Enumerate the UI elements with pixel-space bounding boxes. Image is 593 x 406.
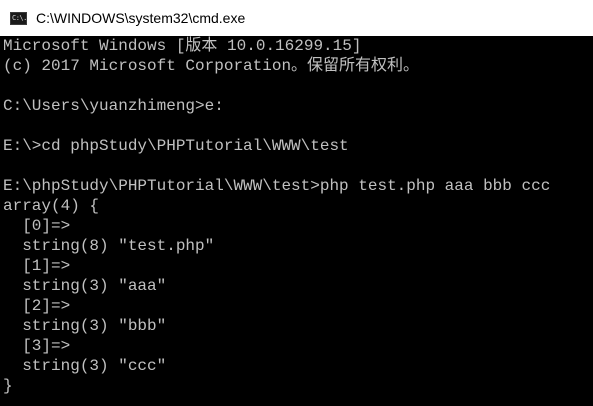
cmd-console-icon[interactable]: C:\. xyxy=(10,11,27,25)
console-line: [2]=> xyxy=(3,297,71,315)
console-line: string(3) "aaa" xyxy=(3,277,167,295)
console-line: [3]=> xyxy=(3,337,71,355)
console-line: [1]=> xyxy=(3,257,71,275)
console-line: [0]=> xyxy=(3,217,71,235)
console-line: C:\Users\yuanzhimeng>e: xyxy=(3,97,224,115)
console-line: E:\phpStudy\PHPTutorial\WWW\test>php tes… xyxy=(3,177,551,195)
cmd-icon-glyph: C:\. xyxy=(12,13,27,22)
console-line: string(8) "test.php" xyxy=(3,237,215,255)
console-line: array(4) { xyxy=(3,197,100,215)
console-line: Microsoft Windows [版本 10.0.16299.15] xyxy=(3,37,362,55)
console-output[interactable]: Microsoft Windows [版本 10.0.16299.15] (c)… xyxy=(3,36,591,406)
console-line: } xyxy=(3,377,13,395)
title-bar[interactable]: C:\. C:\WINDOWS\system32\cmd.exe xyxy=(0,0,593,36)
cmd-window: C:\. C:\WINDOWS\system32\cmd.exe Microso… xyxy=(0,0,593,406)
console-line: E:\>cd phpStudy\PHPTutorial\WWW\test xyxy=(3,137,349,155)
console-line: string(3) "bbb" xyxy=(3,317,167,335)
console-line: (c) 2017 Microsoft Corporation。保留所有权利。 xyxy=(3,57,420,75)
console-line: string(3) "ccc" xyxy=(3,357,167,375)
window-title: C:\WINDOWS\system32\cmd.exe xyxy=(36,10,246,26)
